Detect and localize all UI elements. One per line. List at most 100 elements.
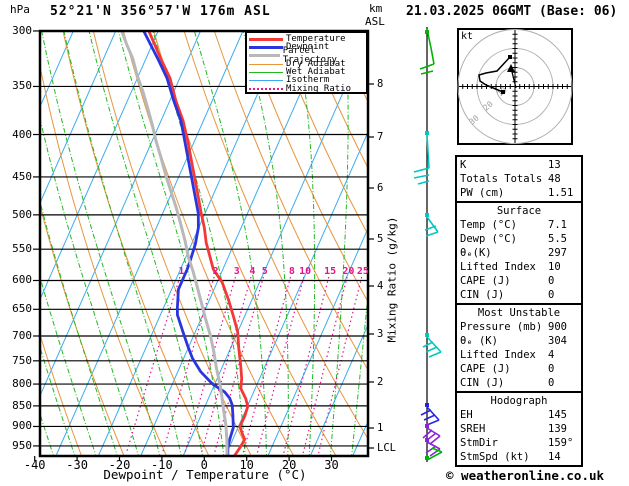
temperature-tick-label: 0 — [200, 458, 208, 472]
stat-value: 0 — [548, 289, 555, 301]
stats-section: Hodograph EH 145 SREH 139 StmDir 159° StmSpd (k… — [455, 391, 583, 467]
temperature-tick-label: 30 — [324, 458, 339, 472]
altitude-tick-label: 8 — [377, 78, 384, 90]
dry-adiabat-line — [183, 31, 368, 440]
stat-label: StmSpd (kt) — [460, 451, 530, 463]
legend-line-sample — [249, 80, 283, 82]
pressure-tick-label: 850 — [12, 398, 32, 412]
pressure-tick-label: 350 — [12, 79, 32, 93]
stat-label: CAPE (J) — [460, 363, 511, 375]
dry-adiabat-line — [40, 64, 167, 456]
stat-row: CAPE (J) 0 — [460, 274, 578, 288]
temperature-tick-label: 20 — [281, 458, 297, 472]
stats-section: Most Unstable Pressure (mb) 900 θₑ (K) 304 Li… — [455, 303, 583, 393]
pressure-tick-label: 700 — [12, 328, 32, 342]
stat-row: K 13 — [460, 158, 578, 172]
stat-value: 0 — [548, 363, 555, 375]
legend-line-sample — [249, 71, 283, 73]
stat-row: CIN (J) 0 — [460, 376, 578, 390]
stat-value: 159° — [548, 437, 574, 449]
stat-value: 900 — [548, 321, 567, 333]
hodograph: 102030 — [457, 28, 573, 145]
wet-adiabat-line — [63, 31, 182, 456]
stat-value: 48 — [548, 173, 561, 185]
pressure-tick-label: 450 — [12, 169, 32, 183]
legend-line-sample — [249, 87, 283, 90]
wind-barb-segment — [422, 341, 434, 348]
stat-value: 4 — [548, 349, 555, 361]
stat-value: 13 — [548, 159, 561, 171]
mixing-ratio-value-label: 15 — [324, 266, 337, 277]
pressure-tick-label: 900 — [12, 419, 32, 433]
stat-row: StmDir 159° — [460, 436, 578, 450]
wind-barb-segment — [420, 409, 432, 416]
stat-label: θₑ(K) — [460, 247, 492, 259]
temperature-curve — [147, 31, 250, 456]
stats-section-title: Hodograph — [490, 395, 548, 407]
wind-barb-segment — [428, 351, 442, 358]
stat-row: CIN (J) 0 — [460, 288, 578, 302]
hodograph-trace-marker — [508, 55, 512, 59]
mixing-ratio-value-label: 2 — [212, 266, 219, 277]
stat-row: Dewp (°C) 5.5 — [460, 232, 578, 246]
legend-item-label: Mixing Ratio — [286, 83, 352, 94]
stat-label: Pressure (mb) — [460, 321, 543, 333]
hodograph-trace-marker — [501, 90, 505, 94]
stat-value: 139 — [548, 423, 567, 435]
stats-section-title: Most Unstable — [477, 307, 561, 319]
pressure-tick-label: 600 — [12, 273, 32, 287]
stat-label: StmDir — [460, 437, 498, 449]
altitude-tick-label: 5 — [377, 233, 384, 245]
stats-table: K 13 Totals Totals 48 PW (cm) 1.51 Surface Temp… — [455, 155, 583, 467]
stat-value: 14 — [548, 451, 561, 463]
wet-adiabat-line — [152, 31, 246, 456]
mixing-ratio-value-label: 5 — [261, 266, 268, 277]
stat-value: 1.51 — [548, 187, 574, 199]
stat-label: Temp (°C) — [460, 219, 517, 231]
stat-value: 5.5 — [548, 233, 567, 245]
stat-label: CAPE (J) — [460, 275, 511, 287]
wind-barb-segment — [426, 216, 439, 233]
dry-adiabat-line — [153, 31, 337, 456]
altitude-axis-unit-km: km — [369, 2, 383, 15]
stat-row: Totals Totals 48 — [460, 172, 578, 186]
pressure-tick-label: 950 — [12, 438, 32, 452]
altitude-tick-label: 1 — [377, 422, 384, 434]
mixing-ratio-value-label: 1 — [178, 266, 185, 277]
temperature-tick-label: -20 — [108, 458, 131, 472]
stat-value: 7.1 — [548, 219, 567, 231]
wind-barb-station-marker — [425, 403, 429, 407]
wind-barb-station-marker — [425, 333, 429, 337]
stat-label: PW (cm) — [460, 187, 505, 199]
stat-label: Totals Totals — [460, 173, 543, 185]
stat-row: θₑ(K) 297 — [460, 246, 578, 260]
stat-label: θₑ (K) — [460, 335, 498, 347]
wind-barb — [422, 333, 442, 358]
wind-barb-segment — [423, 414, 436, 421]
wind-barb-station-marker — [425, 213, 429, 217]
pressure-tick-label: 650 — [12, 302, 32, 316]
stat-label: SREH — [460, 423, 486, 435]
pressure-tick-label: 400 — [12, 127, 32, 141]
wind-barb-segment — [425, 231, 439, 237]
wind-barb-segment — [425, 346, 438, 353]
isotherm-line — [182, 34, 368, 456]
isotherm-line — [140, 31, 329, 456]
stat-row: θₑ (K) 304 — [460, 334, 578, 348]
stat-value: 304 — [548, 335, 567, 347]
altitude-tick-label: 6 — [377, 182, 384, 194]
stat-value: 10 — [548, 261, 561, 273]
pressure-tick-label: 750 — [12, 353, 32, 367]
stat-row: Pressure (mb) 900 — [460, 320, 578, 334]
stat-value: 145 — [548, 409, 567, 421]
legend-line-sample — [249, 63, 283, 65]
copyright-text: © weatheronline.co.uk — [446, 468, 605, 483]
stat-label: EH — [460, 409, 473, 421]
isotherm-line — [97, 31, 286, 456]
legend-box: Temperature Dewpoint Parcel Trajectory Dry … — [245, 31, 368, 94]
hodograph-unit-label: kt — [461, 31, 474, 42]
altitude-tick-label: 3 — [377, 328, 384, 340]
wind-barb — [420, 403, 440, 426]
stat-row: EH 145 — [460, 408, 578, 422]
skewt-sounding-page: 102030 52°21'N 356°57'W 176m ASL 21.03.2… — [0, 0, 629, 486]
